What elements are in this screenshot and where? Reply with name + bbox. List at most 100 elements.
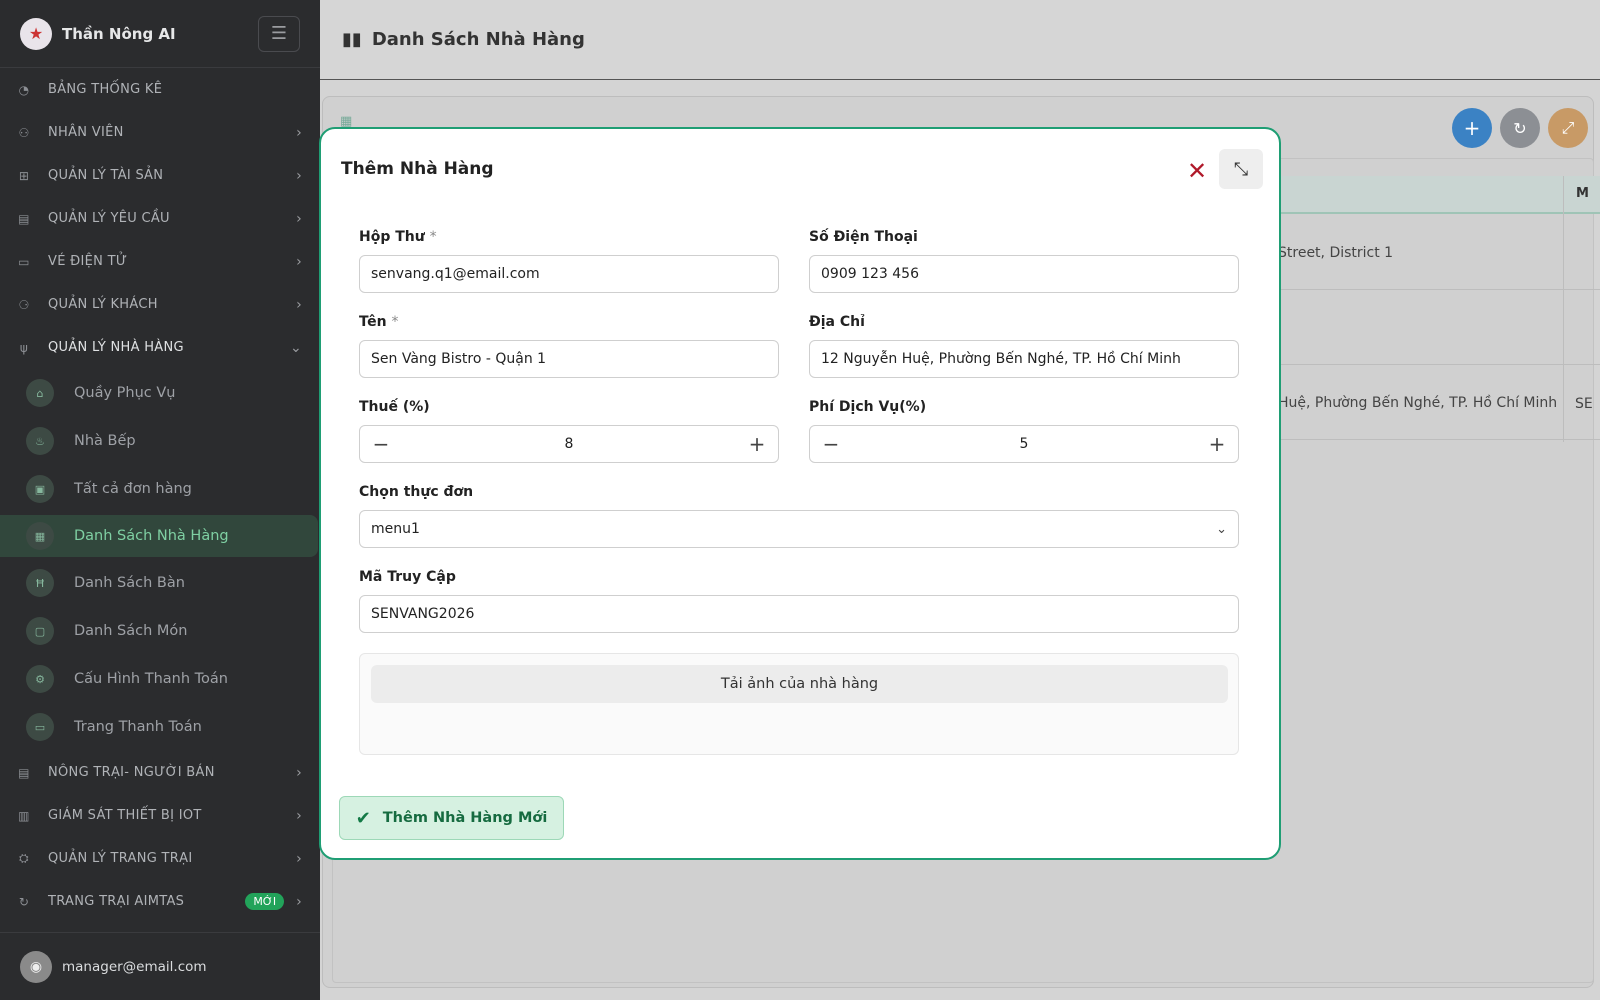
address-field-group: Địa Chỉ 12 Nguyễn Huệ, Phường Bến Nghé, … [809, 314, 1239, 378]
menu-label: Chọn thực đơn [359, 484, 474, 500]
sidebar-item-requests[interactable]: ▤ QUẢN LÝ YÊU CẦU › [0, 197, 320, 240]
chevron-right-icon: › [296, 296, 302, 313]
modal-title: Thêm Nhà Hàng [341, 159, 494, 179]
sidebar-subitem-dish-list[interactable]: ▢ Danh Sách Món [0, 607, 320, 655]
table-icon: Ħ [26, 569, 54, 597]
access-code-label: Mã Truy Cập [359, 569, 456, 585]
sidebar-item-etickets[interactable]: ▭ VÉ ĐIỆN TỬ › [0, 240, 320, 283]
sidebar-subitem-restaurant-list[interactable]: ▦ Danh Sách Nhà Hàng [0, 515, 318, 557]
sidebar-subitem-payment-page[interactable]: ▭ Trang Thanh Toán [0, 703, 320, 751]
add-button[interactable]: + [1452, 108, 1492, 148]
table-cell: Street, District 1 [1278, 244, 1394, 261]
table-row[interactable]: Huệ, Phường Bến Nghé, TP. Hồ Chí Minh [1250, 366, 1600, 440]
sidebar-item-label: BẢNG THỐNG KÊ [48, 82, 163, 97]
tax-value[interactable]: 8 [402, 436, 736, 452]
upload-image-button[interactable]: Tải ảnh của nhà hàng [371, 665, 1228, 703]
shop-icon: ▤ [18, 765, 30, 780]
sidebar-item-farm-management[interactable]: ⛭ QUẢN LÝ TRANG TRẠI › [0, 837, 320, 880]
table-header: M [1250, 176, 1600, 214]
sidebar-item-label: Nhà Bếp [74, 433, 136, 449]
email-field[interactable]: senvang.q1@email.com [359, 255, 779, 293]
store-icon: ▦ [26, 522, 54, 550]
credit-card-icon: ▭ [26, 713, 54, 741]
tractor-icon: ⛭ [19, 851, 29, 865]
sidebar-subitem-counter[interactable]: ⌂ Quầy Phục Vụ [0, 369, 320, 417]
submit-button[interactable]: ✔ Thêm Nhà Hàng Mới [339, 796, 564, 840]
sidebar-subitem-kitchen[interactable]: ♨ Nhà Bếp [0, 417, 320, 465]
address-field[interactable]: 12 Nguyễn Huệ, Phường Bến Nghé, TP. Hồ C… [809, 340, 1239, 378]
sidebar-item-restaurants[interactable]: ψ QUẢN LÝ NHÀ HÀNG ⌄ [0, 326, 320, 369]
phone-field[interactable]: 0909 123 456 [809, 255, 1239, 293]
sidebar-item-guests[interactable]: ⚆ QUẢN LÝ KHÁCH › [0, 283, 320, 326]
plus-icon[interactable]: + [1196, 432, 1238, 456]
table-row[interactable] [1250, 291, 1600, 365]
sidebar-item-staff[interactable]: ⚇ NHÂN VIÊN › [0, 111, 320, 154]
hamburger-icon[interactable]: ☰ [258, 15, 300, 52]
gauge-icon: ◔ [18, 82, 30, 97]
sidebar-item-label: Danh Sách Bàn [74, 575, 185, 591]
sidebar-item-label: GIÁM SÁT THIẾT BỊ IOT [48, 808, 202, 823]
access-code-field-group: Mã Truy Cập SENVANG2026 [359, 569, 1239, 633]
phone-field-group: Số Điện Thoại 0909 123 456 [809, 229, 1239, 293]
table-cell: SE [1575, 396, 1593, 412]
phone-label: Số Điện Thoại [809, 229, 918, 245]
table-row[interactable]: Street, District 1 [1250, 216, 1600, 290]
sidebar-item-iot[interactable]: ▥ GIÁM SÁT THIẾT BỊ IOT › [0, 794, 320, 837]
table-divider [1563, 176, 1564, 442]
fullscreen-icon[interactable]: ⤡ [1219, 149, 1263, 189]
submit-label: Thêm Nhà Hàng Mới [382, 810, 548, 826]
add-restaurant-modal: Thêm Nhà Hàng ✕ ⤡ Hộp Thư * senvang.q1@e… [319, 127, 1281, 860]
new-badge: MỚI [245, 893, 285, 910]
user-profile[interactable]: ◉ manager@email.com [0, 932, 320, 1000]
minus-icon[interactable]: − [360, 432, 402, 456]
service-fee-value[interactable]: 5 [852, 436, 1196, 452]
settings-payment-icon: ⚙ [26, 665, 54, 693]
sidebar-item-label: Danh Sách Nhà Hàng [74, 528, 229, 544]
sidebar-nav-after: ▤ NÔNG TRẠI- NGƯỜI BÁN › ▥ GIÁM SÁT THIẾ… [0, 751, 320, 923]
avatar: ◉ [20, 950, 52, 983]
page-header: ▮▮ Danh Sách Nhà Hàng [320, 0, 1600, 80]
expand-icon[interactable]: ⤢ [1548, 108, 1588, 148]
page-title: Danh Sách Nhà Hàng [371, 29, 585, 50]
sidebar-item-label: Trang Thanh Toán [74, 719, 202, 735]
access-code-field[interactable]: SENVANG2026 [359, 595, 1239, 633]
chevron-down-icon: ⌄ [289, 339, 302, 356]
table-cell: Huệ, Phường Bến Nghé, TP. Hồ Chí Minh [1278, 394, 1558, 411]
plus-icon[interactable]: + [736, 432, 778, 456]
refresh-icon[interactable]: ↻ [1500, 108, 1540, 148]
sidebar-item-label: QUẢN LÝ TRANG TRẠI [48, 851, 193, 866]
sidebar-item-label: QUẢN LÝ TÀI SẢN [48, 168, 164, 183]
tax-field-group: Thuế (%) − 8 + [359, 399, 779, 463]
sidebar-item-aimtas[interactable]: ↻ TRANG TRẠI AIMTAS MỚI › [0, 880, 320, 923]
menu-field-group: Chọn thực đơn menu1 ⌄ [359, 484, 1239, 548]
table-header-cell: M [1576, 186, 1589, 201]
sidebar-item-assets[interactable]: ⊞ QUẢN LÝ TÀI SẢN › [0, 154, 320, 197]
upload-area: Tải ảnh của nhà hàng [359, 653, 1239, 755]
counter-icon: ⌂ [26, 379, 54, 407]
sidebar-item-dashboard[interactable]: ◔ BẢNG THỐNG KÊ [0, 68, 320, 111]
chevron-down-icon: ⌄ [1216, 521, 1227, 537]
sidebar-subnav: ⌂ Quầy Phục Vụ ♨ Nhà Bếp ▣ Tất cả đơn hà… [0, 369, 320, 751]
sidebar-item-label: QUẢN LÝ YÊU CẦU [48, 211, 170, 226]
sidebar-item-label: Tất cả đơn hàng [74, 481, 192, 497]
sidebar: ★ Thần Nông AI ☰ ◔ BẢNG THỐNG KÊ ⚇ NHÂN … [0, 0, 320, 1000]
sidebar-subitem-all-orders[interactable]: ▣ Tất cả đơn hàng [0, 465, 320, 513]
user-email: manager@email.com [62, 958, 207, 975]
chevron-right-icon: › [296, 764, 302, 781]
close-icon[interactable]: ✕ [1179, 153, 1215, 189]
chevron-right-icon: › [296, 124, 302, 141]
flame-icon: ♨ [26, 427, 54, 455]
cart-icon: ▣ [26, 475, 54, 503]
dish-icon: ▢ [26, 617, 54, 645]
name-field[interactable]: Sen Vàng Bistro - Quận 1 [359, 340, 779, 378]
minus-icon[interactable]: − [810, 432, 852, 456]
sidebar-item-farm-sellers[interactable]: ▤ NÔNG TRẠI- NGƯỜI BÁN › [0, 751, 320, 794]
email-label: Hộp Thư * [359, 229, 437, 245]
sidebar-subitem-payment-config[interactable]: ⚙ Cấu Hình Thanh Toán [0, 655, 320, 703]
sidebar-item-label: Danh Sách Món [74, 623, 188, 639]
menu-select[interactable]: menu1 ⌄ [359, 510, 1239, 548]
cutlery-icon: ψ [19, 340, 29, 355]
clipboard-icon: ▤ [18, 211, 30, 226]
sidebar-subitem-table-list[interactable]: Ħ Danh Sách Bàn [0, 559, 320, 607]
email-field-group: Hộp Thư * senvang.q1@email.com [359, 229, 779, 293]
